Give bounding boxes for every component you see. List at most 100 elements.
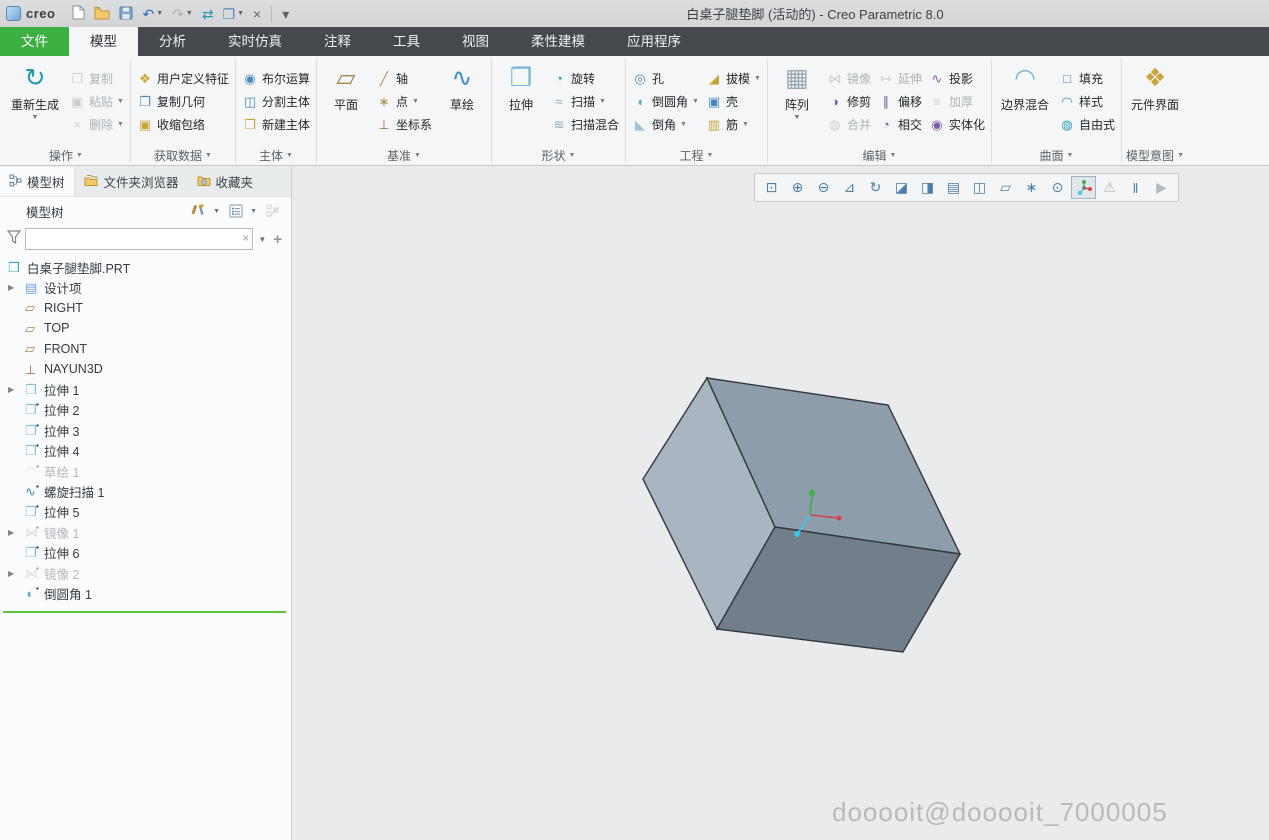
group-label-surfaces[interactable]: 曲面▼ bbox=[996, 146, 1117, 165]
ribbon-button-component-interface[interactable]: ❖元件界面 bbox=[1126, 57, 1184, 146]
save-button[interactable] bbox=[116, 4, 136, 24]
close-window-button[interactable]: × bbox=[250, 5, 264, 23]
ribbon-button-chamfer[interactable]: ◣倒角▼ bbox=[630, 115, 701, 134]
tab-annotate[interactable]: 注释 bbox=[303, 27, 372, 56]
ribbon-button-regenerate[interactable]: ↻重新生成▼ bbox=[6, 57, 64, 146]
pause-icon[interactable]: ‖ bbox=[1123, 176, 1148, 199]
expand-arrow-icon[interactable]: ▶ bbox=[8, 569, 25, 578]
tree-search-input[interactable] bbox=[25, 228, 253, 250]
saved-orientations-icon[interactable]: ◨ bbox=[915, 176, 940, 199]
ribbon-button-shell[interactable]: ▣壳 bbox=[704, 92, 763, 111]
panel-tab-model-tree[interactable]: 模型树 bbox=[0, 167, 75, 196]
tab-tools[interactable]: 工具 bbox=[372, 27, 441, 56]
tree-item-extrude-1[interactable]: ▶❒拉伸 1 bbox=[0, 379, 291, 399]
section-view-icon[interactable]: ◫ bbox=[967, 176, 992, 199]
tree-item-design-items[interactable]: ▶▤设计项 bbox=[0, 277, 291, 297]
ribbon-button-project[interactable]: ∿投影 bbox=[927, 69, 987, 88]
ribbon-button-split-body[interactable]: ◫分割主体 bbox=[240, 92, 312, 111]
tree-item-plane-top[interactable]: ▱TOP bbox=[0, 318, 291, 338]
insert-here-line[interactable] bbox=[3, 611, 286, 613]
ribbon-button-swept-blend[interactable]: ≋扫描混合 bbox=[549, 115, 621, 134]
panel-tab-favorites[interactable]: 收藏夹 bbox=[188, 167, 263, 196]
datum-display-filters-icon[interactable]: ▱ bbox=[993, 176, 1018, 199]
tree-item-plane-front[interactable]: ▱FRONT bbox=[0, 339, 291, 359]
ribbon-button-solidify[interactable]: ◉实体化 bbox=[927, 115, 987, 134]
undo-button[interactable]: ↶▼ bbox=[139, 5, 166, 23]
tree-item-part-root[interactable]: ❒白桌子腿垫脚.PRT bbox=[0, 257, 291, 277]
ribbon-button-draft[interactable]: ◢拔模▼ bbox=[704, 69, 763, 88]
tab-model[interactable]: 模型 bbox=[69, 27, 138, 56]
ribbon-button-axis[interactable]: ╱轴 bbox=[374, 69, 434, 88]
view-manager-icon[interactable]: ▤ bbox=[941, 176, 966, 199]
windows-dropdown[interactable]: ▼ bbox=[237, 10, 244, 17]
ribbon-button-pattern[interactable]: ▦阵列▼ bbox=[772, 57, 822, 146]
group-label-model-intent[interactable]: 模型意图▼ bbox=[1126, 146, 1184, 165]
tree-item-round-1[interactable]: ◖▪倒圆角 1 bbox=[0, 583, 291, 603]
regenerate-dropdown[interactable]: ▼ bbox=[32, 114, 39, 121]
tree-item-extrude-4[interactable]: ❒▪拉伸 4 bbox=[0, 441, 291, 461]
tree-tools-dropdown[interactable]: ▼ bbox=[213, 208, 220, 215]
group-label-operations[interactable]: 操作▼ bbox=[6, 146, 126, 165]
zoom-window-icon[interactable]: ⊡ bbox=[759, 176, 784, 199]
open-file-button[interactable] bbox=[91, 4, 113, 24]
rib-dropdown[interactable]: ▼ bbox=[742, 121, 749, 128]
ribbon-button-user-defined-feature[interactable]: ❖用户定义特征 bbox=[135, 69, 231, 88]
group-label-datum[interactable]: 基准▼ bbox=[321, 146, 487, 165]
tree-settings-button[interactable] bbox=[227, 203, 245, 219]
expand-arrow-icon[interactable]: ▶ bbox=[8, 528, 25, 537]
ribbon-button-boundary-blend[interactable]: ◠边界混合 bbox=[996, 57, 1054, 146]
filter-funnel-icon[interactable] bbox=[7, 230, 22, 249]
ribbon-button-revolve[interactable]: ◔旋转 bbox=[549, 69, 621, 88]
group-label-editing[interactable]: 编辑▼ bbox=[772, 146, 987, 165]
expand-arrow-icon[interactable]: ▶ bbox=[8, 283, 25, 292]
add-filter-button[interactable]: + bbox=[271, 231, 284, 248]
tab-view[interactable]: 视图 bbox=[441, 27, 510, 56]
graphics-viewport[interactable]: ⊡⊕⊖⊿↻◪◨▤◫▱∗⊙⚠‖▶ dooooit@dooooit_7000005 bbox=[292, 167, 1269, 840]
group-label-shapes[interactable]: 形状▼ bbox=[496, 146, 621, 165]
ribbon-button-freestyle[interactable]: ◍自由式 bbox=[1057, 115, 1117, 134]
pattern-dropdown[interactable]: ▼ bbox=[793, 114, 800, 121]
ribbon-button-sketch[interactable]: ∿草绘 bbox=[437, 57, 487, 146]
ribbon-button-point[interactable]: ∗点▼ bbox=[374, 92, 434, 111]
tree-settings-dropdown[interactable]: ▼ bbox=[250, 208, 257, 215]
point-dropdown[interactable]: ▼ bbox=[412, 98, 419, 105]
regenerate-quick-button[interactable]: ⇄ bbox=[199, 5, 217, 23]
ribbon-button-intersect[interactable]: ◔相交 bbox=[876, 115, 924, 134]
tree-item-mirror-2[interactable]: ▶⋈▪镜像 2 bbox=[0, 563, 291, 583]
tree-item-sketch-1[interactable]: ◠▪草绘 1 bbox=[0, 461, 291, 481]
tree-item-plane-right[interactable]: ▱RIGHT bbox=[0, 298, 291, 318]
ribbon-button-round[interactable]: ◖倒圆角▼ bbox=[630, 92, 701, 111]
tree-item-extrude-3[interactable]: ❒▪拉伸 3 bbox=[0, 420, 291, 440]
undo-dropdown[interactable]: ▼ bbox=[156, 10, 163, 17]
draft-dropdown[interactable]: ▼ bbox=[754, 75, 761, 82]
designate-icon[interactable]: ⊙ bbox=[1045, 176, 1070, 199]
tree-item-helical-sweep-1[interactable]: ∿▪螺旋扫描 1 bbox=[0, 481, 291, 501]
tree-item-extrude-5[interactable]: ❒▪拉伸 5 bbox=[0, 502, 291, 522]
spin-center-icon[interactable] bbox=[1071, 176, 1096, 199]
tab-file[interactable]: 文件 bbox=[0, 27, 69, 56]
tree-tools-button[interactable] bbox=[189, 203, 208, 219]
tab-live-simulation[interactable]: 实时仿真 bbox=[207, 27, 303, 56]
display-style-icon[interactable]: ◪ bbox=[889, 176, 914, 199]
tab-applications[interactable]: 应用程序 bbox=[606, 27, 702, 56]
ribbon-button-trim[interactable]: ◑修剪 bbox=[825, 92, 873, 111]
ribbon-button-extrude[interactable]: ❒拉伸 bbox=[496, 57, 546, 146]
tab-analysis[interactable]: 分析 bbox=[138, 27, 207, 56]
group-label-get-data[interactable]: 获取数据▼ bbox=[135, 146, 231, 165]
tree-item-extrude-6[interactable]: ❒▪拉伸 6 bbox=[0, 542, 291, 562]
sweep-dropdown[interactable]: ▼ bbox=[599, 98, 606, 105]
repaint-icon[interactable]: ↻ bbox=[863, 176, 888, 199]
ribbon-button-fill[interactable]: □填充 bbox=[1057, 69, 1117, 88]
zoom-in-icon[interactable]: ⊕ bbox=[785, 176, 810, 199]
ribbon-button-boolean-operations[interactable]: ◉布尔运算 bbox=[240, 69, 312, 88]
ribbon-button-offset[interactable]: ∥偏移 bbox=[876, 92, 924, 111]
round-dropdown[interactable]: ▼ bbox=[692, 98, 699, 105]
tab-flexible-modeling[interactable]: 柔性建模 bbox=[510, 27, 606, 56]
customize-toolbar-button[interactable]: ▾ bbox=[279, 5, 292, 23]
group-label-body[interactable]: 主体▼ bbox=[240, 146, 312, 165]
panel-tab-folder-browser[interactable]: 文件夹浏览器 bbox=[75, 167, 188, 196]
ribbon-button-shrinkwrap[interactable]: ▣收缩包络 bbox=[135, 115, 231, 134]
tree-item-mirror-1[interactable]: ▶⋈▪镜像 1 bbox=[0, 522, 291, 542]
ribbon-button-rib[interactable]: ▥筋▼ bbox=[704, 115, 763, 134]
model-3d-box[interactable] bbox=[292, 167, 1269, 840]
